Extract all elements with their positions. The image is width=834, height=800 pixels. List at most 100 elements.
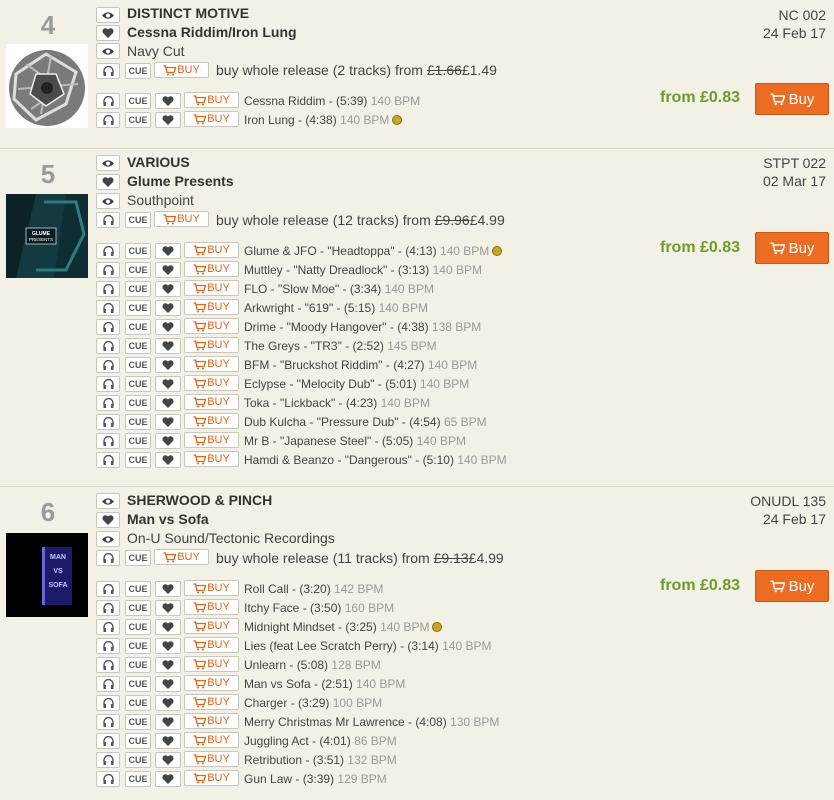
cue-track-button[interactable]: CUE xyxy=(125,695,151,711)
listen-track-button[interactable] xyxy=(96,112,120,128)
cue-release-button[interactable]: CUE xyxy=(125,63,151,79)
favourite-track-button[interactable] xyxy=(155,112,181,128)
buy-track-button[interactable]: BUY xyxy=(184,356,239,372)
favourite-track-button[interactable] xyxy=(155,619,181,635)
track-info[interactable]: Iron Lung - (4:38) 140 BPM xyxy=(244,112,403,128)
favourite-track-button[interactable] xyxy=(155,714,181,730)
cue-track-button[interactable]: CUE xyxy=(125,581,151,597)
track-info[interactable]: Midnight Mindset - (3:25) 140 BPM xyxy=(244,619,443,635)
cue-track-button[interactable]: CUE xyxy=(125,319,151,335)
track-info[interactable]: The Greys - "TR3" - (2:52) 145 BPM xyxy=(244,338,437,354)
favourite-track-button[interactable] xyxy=(155,771,181,787)
cue-track-button[interactable]: CUE xyxy=(125,376,151,392)
favourite-track-button[interactable] xyxy=(155,414,181,430)
release-artist[interactable]: VARIOUS xyxy=(127,153,190,172)
release-title[interactable]: Glume Presents xyxy=(127,172,234,191)
listen-track-button[interactable] xyxy=(96,581,120,597)
buy-track-button[interactable]: BUY xyxy=(184,580,239,596)
view-artist-button[interactable] xyxy=(96,493,120,509)
favourite-track-button[interactable] xyxy=(155,600,181,616)
track-info[interactable]: Roll Call - (3:20) 142 BPM xyxy=(244,581,383,597)
buy-track-button[interactable]: BUY xyxy=(184,732,239,748)
release-artwork[interactable]: GLUME PRESENTS xyxy=(6,194,88,278)
listen-track-button[interactable] xyxy=(96,752,120,768)
favourite-track-button[interactable] xyxy=(155,262,181,278)
buy-track-button[interactable]: BUY xyxy=(184,432,239,448)
cue-track-button[interactable]: CUE xyxy=(125,414,151,430)
buy-track-button[interactable]: BUY xyxy=(184,413,239,429)
buy-track-button[interactable]: BUY xyxy=(184,337,239,353)
cue-track-button[interactable]: CUE xyxy=(125,357,151,373)
track-info[interactable]: Hamdi & Beanzo - "Dangerous" - (5:10) 14… xyxy=(244,452,507,468)
buy-track-button[interactable]: BUY xyxy=(184,694,239,710)
buy-track-button[interactable]: BUY xyxy=(184,770,239,786)
favourite-track-button[interactable] xyxy=(155,281,181,297)
release-label[interactable]: Southpoint xyxy=(127,191,194,210)
cue-track-button[interactable]: CUE xyxy=(125,262,151,278)
track-info[interactable]: Itchy Face - (3:50) 160 BPM xyxy=(244,600,394,616)
listen-track-button[interactable] xyxy=(96,395,120,411)
buy-track-button[interactable]: BUY xyxy=(184,111,239,127)
listen-track-button[interactable] xyxy=(96,657,120,673)
listen-track-button[interactable] xyxy=(96,93,120,109)
listen-track-button[interactable] xyxy=(96,638,120,654)
listen-release-button[interactable] xyxy=(96,212,120,228)
listen-track-button[interactable] xyxy=(96,319,120,335)
cue-release-button[interactable]: CUE xyxy=(125,550,151,566)
track-info[interactable]: Man vs Sofa - (2:51) 140 BPM xyxy=(244,676,405,692)
listen-track-button[interactable] xyxy=(96,262,120,278)
buy-track-button[interactable]: BUY xyxy=(184,751,239,767)
cue-track-button[interactable]: CUE xyxy=(125,752,151,768)
favourite-track-button[interactable] xyxy=(155,93,181,109)
listen-track-button[interactable] xyxy=(96,433,120,449)
cue-track-button[interactable]: CUE xyxy=(125,619,151,635)
buy-track-button[interactable]: BUY xyxy=(184,92,239,108)
buy-button[interactable]: Buy xyxy=(755,570,829,602)
release-artwork[interactable] xyxy=(6,44,88,128)
track-info[interactable]: Retribution - (3:51) 132 BPM xyxy=(244,752,397,768)
listen-track-button[interactable] xyxy=(96,695,120,711)
buy-track-button[interactable]: BUY xyxy=(184,394,239,410)
listen-release-button[interactable] xyxy=(96,63,120,79)
release-title[interactable]: Man vs Sofa xyxy=(127,510,209,529)
favourite-track-button[interactable] xyxy=(155,319,181,335)
buy-track-button[interactable]: BUY xyxy=(184,280,239,296)
track-info[interactable]: Unlearn - (5:08) 128 BPM xyxy=(244,657,381,673)
view-artist-button[interactable] xyxy=(96,155,120,171)
track-info[interactable]: Juggling Act - (4:01) 86 BPM xyxy=(244,733,397,749)
listen-track-button[interactable] xyxy=(96,452,120,468)
cue-track-button[interactable]: CUE xyxy=(125,638,151,654)
track-info[interactable]: Merry Christmas Mr Lawrence - (4:08) 130… xyxy=(244,714,499,730)
release-title[interactable]: Cessna Riddim/Iron Lung xyxy=(127,23,297,42)
buy-track-button[interactable]: BUY xyxy=(184,599,239,615)
track-info[interactable]: Charger - (3:29) 100 BPM xyxy=(244,695,382,711)
track-info[interactable]: Lies (feat Lee Scratch Perry) - (3:14) 1… xyxy=(244,638,491,654)
favourite-track-button[interactable] xyxy=(155,695,181,711)
track-info[interactable]: Glume & JFO - "Headtoppa" - (4:13) 140 B… xyxy=(244,243,503,259)
listen-track-button[interactable] xyxy=(96,281,120,297)
listen-release-button[interactable] xyxy=(96,550,120,566)
buy-track-button[interactable]: BUY xyxy=(184,675,239,691)
view-label-button[interactable] xyxy=(96,193,120,209)
buy-track-button[interactable]: BUY xyxy=(184,261,239,277)
cue-track-button[interactable]: CUE xyxy=(125,600,151,616)
listen-track-button[interactable] xyxy=(96,338,120,354)
view-artist-button[interactable] xyxy=(96,7,120,23)
favourite-track-button[interactable] xyxy=(155,395,181,411)
track-info[interactable]: Mr B - "Japanese Steel" - (5:05) 140 BPM xyxy=(244,433,466,449)
view-label-button[interactable] xyxy=(96,43,120,59)
favourite-track-button[interactable] xyxy=(155,657,181,673)
favourite-release-button[interactable] xyxy=(96,174,120,190)
favourite-release-button[interactable] xyxy=(96,512,120,528)
favourite-track-button[interactable] xyxy=(155,733,181,749)
cue-track-button[interactable]: CUE xyxy=(125,93,151,109)
favourite-track-button[interactable] xyxy=(155,752,181,768)
favourite-track-button[interactable] xyxy=(155,433,181,449)
release-label[interactable]: Navy Cut xyxy=(127,42,185,61)
track-info[interactable]: Drime - "Moody Hangover" - (4:38) 138 BP… xyxy=(244,319,481,335)
cue-track-button[interactable]: CUE xyxy=(125,281,151,297)
buy-track-button[interactable]: BUY xyxy=(184,451,239,467)
listen-track-button[interactable] xyxy=(96,600,120,616)
cue-release-button[interactable]: CUE xyxy=(125,212,151,228)
listen-track-button[interactable] xyxy=(96,414,120,430)
